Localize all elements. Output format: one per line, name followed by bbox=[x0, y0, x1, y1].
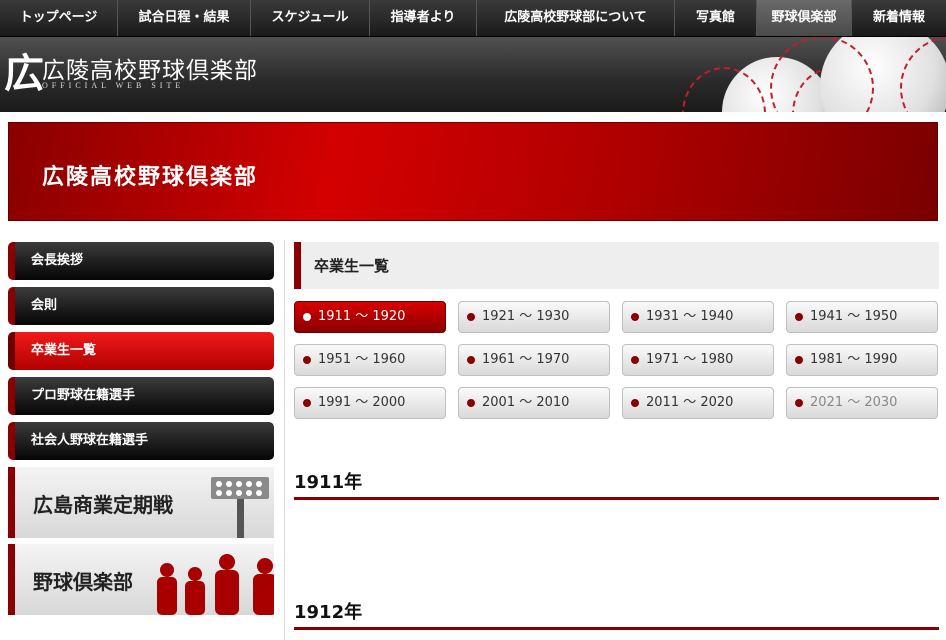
decade-button[interactable]: 1991 〜 2000 bbox=[294, 387, 446, 419]
section-header: 卒業生一覧 bbox=[294, 242, 939, 289]
decade-button[interactable]: 1951 〜 1960 bbox=[294, 344, 446, 376]
banner-title: 広陵高校野球倶楽部 bbox=[42, 165, 259, 190]
site-title[interactable]: 広陵高校野球倶楽部 bbox=[42, 51, 258, 85]
nav-baseball-club[interactable]: 野球倶楽部 bbox=[757, 0, 852, 36]
nav-game-schedule-results[interactable]: 試合日程・結果 bbox=[118, 0, 251, 36]
page-banner: 広陵高校野球倶楽部 bbox=[8, 122, 938, 221]
school-logo-icon[interactable]: 広 bbox=[4, 51, 44, 97]
decade-button[interactable]: 2011 〜 2020 bbox=[622, 387, 774, 419]
nav-top-page[interactable]: トップページ bbox=[0, 0, 118, 36]
nav-photo-gallery[interactable]: 写真館 bbox=[675, 0, 757, 36]
decade-button[interactable]: 1911 〜 1920 bbox=[294, 301, 446, 333]
nav-schedule[interactable]: スケジュール bbox=[251, 0, 370, 36]
decade-button[interactable]: 1931 〜 1940 bbox=[622, 301, 774, 333]
sidebar-item-corporate-players[interactable]: 社会人野球在籍選手 bbox=[8, 422, 274, 460]
sidebar-item-graduates[interactable]: 卒業生一覧 bbox=[8, 332, 274, 370]
decade-button[interactable]: 1921 〜 1930 bbox=[458, 301, 610, 333]
decade-button[interactable]: 2001 〜 2010 bbox=[458, 387, 610, 419]
site-header: 広 広陵高校野球倶楽部 OFFICIAL WEB SITE bbox=[0, 37, 946, 112]
nav-from-coach[interactable]: 指導者より bbox=[370, 0, 477, 36]
nav-about-club[interactable]: 広陵高校野球部について bbox=[477, 0, 675, 36]
decade-button[interactable]: 2021 〜 2030 bbox=[786, 387, 938, 419]
decade-button[interactable]: 1941 〜 1950 bbox=[786, 301, 938, 333]
site-subtitle: OFFICIAL WEB SITE bbox=[42, 81, 185, 90]
sidebar-item-rules[interactable]: 会則 bbox=[8, 287, 274, 325]
decade-button[interactable]: 1961 〜 1970 bbox=[458, 344, 610, 376]
nav-news[interactable]: 新着情報 bbox=[852, 0, 946, 36]
section-title: 卒業生一覧 bbox=[314, 257, 390, 275]
side-banner-label: 野球倶楽部 bbox=[33, 570, 133, 594]
side-banner-label: 広島商業定期戦 bbox=[33, 493, 173, 517]
baseball-club-banner[interactable]: 野球倶楽部 bbox=[8, 544, 274, 615]
decade-button[interactable]: 1981 〜 1990 bbox=[786, 344, 938, 376]
decade-button[interactable]: 1971 〜 1980 bbox=[622, 344, 774, 376]
content-divider bbox=[284, 240, 285, 640]
stadium-light-icon bbox=[211, 477, 269, 538]
players-silhouette-icon bbox=[157, 554, 274, 615]
sidebar-item-greeting[interactable]: 会長挨拶 bbox=[8, 242, 274, 280]
hiroshima-shogyo-game-banner[interactable]: 広島商業定期戦 bbox=[8, 467, 274, 538]
baseball-icon bbox=[770, 37, 946, 112]
year-heading: 1911年 bbox=[294, 470, 939, 500]
year-heading: 1912年 bbox=[294, 600, 939, 630]
sidebar-item-pro-players[interactable]: プロ野球在籍選手 bbox=[8, 377, 274, 415]
top-navigation: トップページ 試合日程・結果 スケジュール 指導者より 広陵高校野球部について … bbox=[0, 0, 946, 37]
